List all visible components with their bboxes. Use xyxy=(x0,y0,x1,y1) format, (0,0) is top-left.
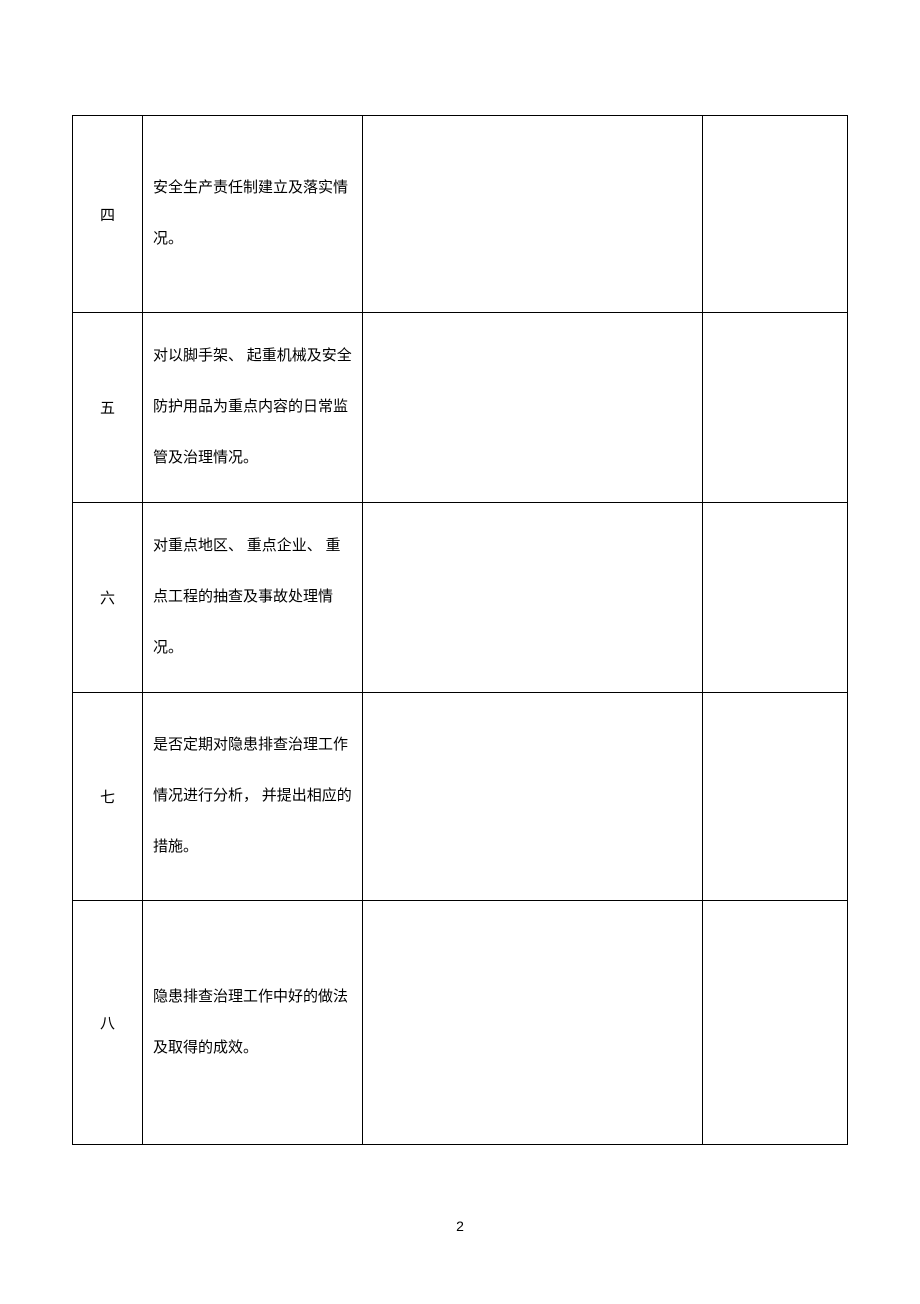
table-row: 八 隐患排查治理工作中好的做法及取得的成效。 xyxy=(73,901,848,1145)
row-col4-cell xyxy=(703,503,848,693)
page-number: 2 xyxy=(0,1218,920,1234)
table-row: 五 对以脚手架、 起重机械及安全防护用品为重点内容的日常监管及治理情况。 xyxy=(73,313,848,503)
main-table: 四 安全生产责任制建立及落实情况。 五 对以脚手架、 起重机械及安全防护用品为重… xyxy=(72,115,848,1145)
row-number-cell: 八 xyxy=(73,901,143,1145)
row-col3-cell xyxy=(363,693,703,901)
row-content-cell: 是否定期对隐患排查治理工作情况进行分析， 并提出相应的措施。 xyxy=(143,693,363,901)
row-content-cell: 对以脚手架、 起重机械及安全防护用品为重点内容的日常监管及治理情况。 xyxy=(143,313,363,503)
table-row: 四 安全生产责任制建立及落实情况。 xyxy=(73,116,848,313)
page-container: 四 安全生产责任制建立及落实情况。 五 对以脚手架、 起重机械及安全防护用品为重… xyxy=(0,0,920,1145)
table-row: 七 是否定期对隐患排查治理工作情况进行分析， 并提出相应的措施。 xyxy=(73,693,848,901)
row-content-cell: 对重点地区、 重点企业、 重点工程的抽查及事故处理情况。 xyxy=(143,503,363,693)
row-content-cell: 隐患排查治理工作中好的做法及取得的成效。 xyxy=(143,901,363,1145)
row-col4-cell xyxy=(703,693,848,901)
row-number-cell: 五 xyxy=(73,313,143,503)
row-number-cell: 七 xyxy=(73,693,143,901)
row-number-cell: 四 xyxy=(73,116,143,313)
row-col3-cell xyxy=(363,503,703,693)
row-content-cell: 安全生产责任制建立及落实情况。 xyxy=(143,116,363,313)
row-col4-cell xyxy=(703,313,848,503)
row-col3-cell xyxy=(363,901,703,1145)
row-col4-cell xyxy=(703,116,848,313)
row-col4-cell xyxy=(703,901,848,1145)
row-col3-cell xyxy=(363,313,703,503)
row-number-cell: 六 xyxy=(73,503,143,693)
table-row: 六 对重点地区、 重点企业、 重点工程的抽查及事故处理情况。 xyxy=(73,503,848,693)
row-col3-cell xyxy=(363,116,703,313)
